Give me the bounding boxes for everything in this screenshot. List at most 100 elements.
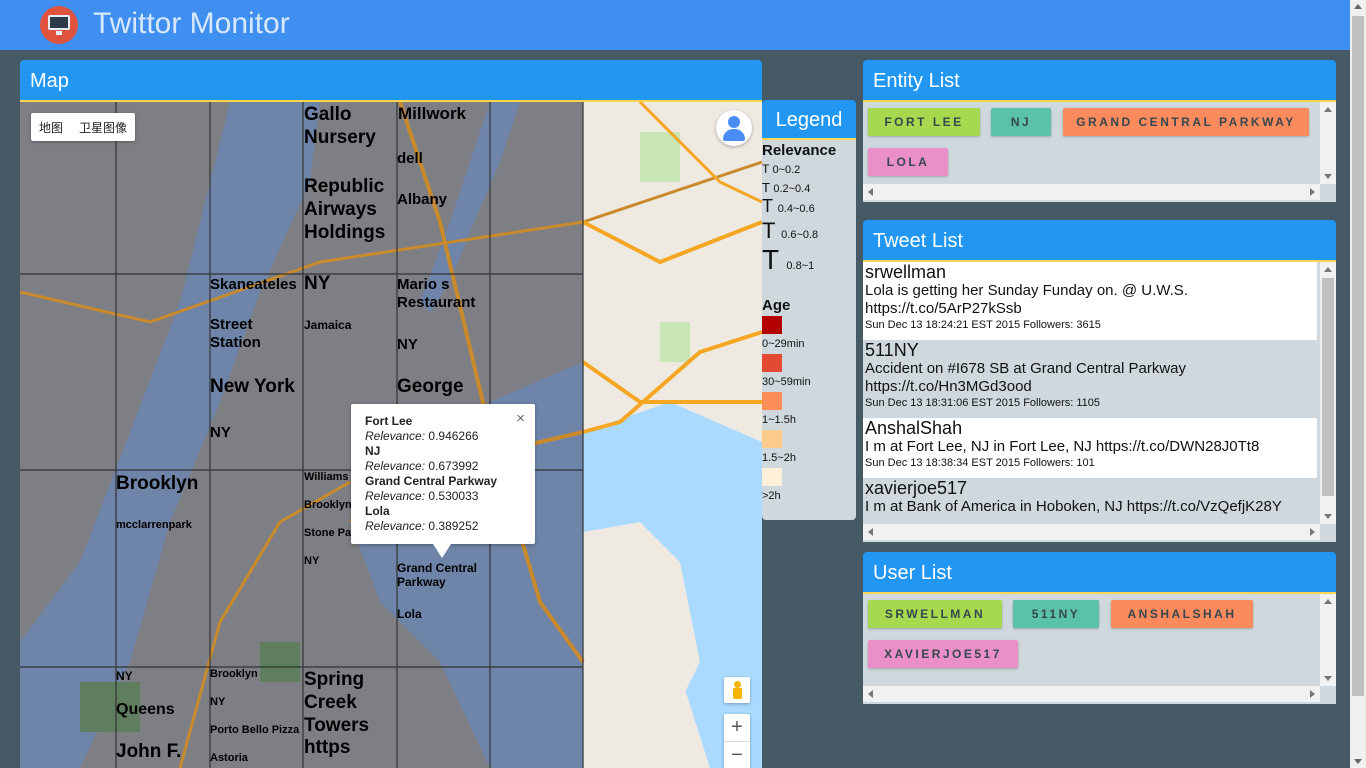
map-label[interactable]: Queens xyxy=(116,700,210,719)
map-label[interactable]: Albany xyxy=(397,191,487,209)
legend-relevance-title: Relevance xyxy=(762,142,837,159)
tweet-item[interactable]: AnshalShah I m at Fort Lee, NJ in Fort L… xyxy=(863,418,1317,478)
map-label[interactable]: NY xyxy=(397,336,487,354)
tweet-item[interactable]: srwellman Lola is getting her Sunday Fun… xyxy=(863,262,1317,340)
tweet-item[interactable]: 511NY Accident on #I678 SB at Grand Cent… xyxy=(863,340,1317,418)
map-label[interactable]: John F. xyxy=(116,741,210,764)
entity-chip[interactable]: NJ xyxy=(991,108,1051,136)
scroll-up-arrow-icon[interactable] xyxy=(1354,4,1362,9)
tweet-user: 511NY xyxy=(865,340,919,360)
legend-age-label: 1~1.5h xyxy=(762,414,796,426)
info-relevance: Relevance: 0.673992 xyxy=(365,459,535,474)
user-list-title: User List xyxy=(873,562,952,584)
legend-age-label: >2h xyxy=(762,490,781,502)
info-entity-name: Grand Central Parkway xyxy=(365,474,498,488)
tweet-user: AnshalShah xyxy=(865,418,963,438)
user-list-header: User List xyxy=(863,552,1336,594)
entity-list-horizontal-scrollbar[interactable] xyxy=(863,184,1320,200)
map-label[interactable]: dell xyxy=(397,150,487,168)
map-label[interactable]: Jamaica xyxy=(304,318,394,332)
map-label[interactable]: mcclarrenpark xyxy=(116,519,210,532)
info-relevance-label: Relevance: xyxy=(365,459,426,473)
scroll-up-arrow-icon xyxy=(1324,267,1332,272)
legend-relevance-item: T 0~0.2 xyxy=(762,162,801,176)
map-label[interactable]: Republic Airways Holdings xyxy=(304,176,396,244)
entity-list-title: Entity List xyxy=(873,70,960,92)
map-label[interactable]: Porto Bello Pizza xyxy=(210,724,303,737)
map-label[interactable]: Mario s Restaurant xyxy=(397,276,489,312)
scroll-right-arrow-icon xyxy=(1310,188,1315,196)
tweet-text: I m at Fort Lee, NJ in Fort Lee, NJ http… xyxy=(865,438,1260,455)
map-label[interactable]: Millwork xyxy=(398,104,488,124)
info-relevance-value: 0.946266 xyxy=(428,429,479,443)
map-type-satellite-button[interactable]: 卫星图像 xyxy=(71,119,135,136)
legend-relevance-item: T 0.4~0.6 xyxy=(762,196,815,216)
map-label[interactable]: Spring Creek Towers https xyxy=(304,669,394,760)
tweet-meta: Sun Dec 13 18:24:21 EST 2015 Followers: … xyxy=(865,319,1101,331)
map-canvas[interactable]: 地图 卫星图像 Gallo Nursery Millwork dell Repu… xyxy=(20,102,762,768)
user-list-horizontal-scrollbar[interactable] xyxy=(863,686,1320,702)
map-label[interactable]: NY xyxy=(116,669,206,683)
tweet-list-scrollbar-thumb xyxy=(1322,278,1334,496)
legend-age-swatch xyxy=(762,392,782,410)
map-label[interactable]: NY xyxy=(304,273,394,296)
page-scrollbar[interactable] xyxy=(1350,0,1366,768)
map-label[interactable]: New York xyxy=(210,376,302,399)
scroll-down-arrow-icon[interactable] xyxy=(1354,759,1362,764)
legend-relevance-item: T 0.2~0.4 xyxy=(762,180,811,195)
user-avatar-icon[interactable] xyxy=(716,110,752,146)
legend-age-swatch xyxy=(762,316,782,334)
info-relevance-label: Relevance: xyxy=(365,489,426,503)
user-chip[interactable]: 511NY xyxy=(1013,600,1099,628)
user-chip[interactable]: SRWELLMAN xyxy=(868,600,1002,628)
tweet-user: xavierjoe517 xyxy=(865,478,968,498)
user-list-vertical-scrollbar[interactable] xyxy=(1320,594,1336,686)
legend-relevance-item: T 0.8~1 xyxy=(762,244,815,275)
zoom-in-button[interactable]: + xyxy=(724,714,750,741)
tweet-list-vertical-scrollbar[interactable] xyxy=(1320,262,1336,524)
entity-list-panel: FORT LEE NJ GRAND CENTRAL PARKWAY LOLA xyxy=(863,102,1336,202)
entity-list-header: Entity List xyxy=(863,60,1336,102)
map-label[interactable]: Lola xyxy=(397,607,487,621)
legend-relevance-item: T 0.6~0.8 xyxy=(762,218,819,243)
info-entity-name: Fort Lee xyxy=(365,414,413,428)
map-label[interactable]: Brooklyn xyxy=(210,668,302,681)
entity-chip[interactable]: FORT LEE xyxy=(868,108,980,136)
map-panel-header: Map xyxy=(20,60,762,102)
tweet-list-horizontal-scrollbar[interactable] xyxy=(863,524,1320,540)
info-relevance: Relevance: 0.946266 xyxy=(365,429,535,444)
entity-list-vertical-scrollbar[interactable] xyxy=(1320,102,1336,184)
info-entity-name: Lola xyxy=(365,504,390,518)
map-label[interactable]: NY xyxy=(210,696,300,709)
map-label[interactable]: NY xyxy=(210,424,300,442)
legend-panel: Relevance T 0~0.2 T 0.2~0.4 T 0.4~0.6 T … xyxy=(762,140,856,520)
map-panel-title: Map xyxy=(30,70,69,92)
close-icon[interactable]: × xyxy=(516,410,525,427)
map-label[interactable]: NY xyxy=(304,555,394,568)
street-view-pegman-icon[interactable] xyxy=(724,677,750,703)
entity-chip[interactable]: LOLA xyxy=(868,148,948,176)
tweet-item[interactable]: xavierjoe517 I m at Bank of America in H… xyxy=(863,478,1317,526)
map-type-control[interactable]: 地图 卫星图像 xyxy=(31,113,136,141)
map-label[interactable]: Gallo Nursery xyxy=(304,104,394,150)
legend-age-swatch xyxy=(762,468,782,486)
map-type-map-button[interactable]: 地图 xyxy=(31,119,71,136)
legend-age-swatch xyxy=(762,354,782,372)
zoom-out-button[interactable]: − xyxy=(724,742,750,768)
map-label[interactable]: Grand Central Parkway xyxy=(397,561,487,590)
entity-chip[interactable]: GRAND CENTRAL PARKWAY xyxy=(1063,108,1309,136)
legend-age-swatch xyxy=(762,430,782,448)
map-label[interactable]: Astoria xyxy=(210,752,300,765)
map-label[interactable]: Brooklyn xyxy=(116,473,210,496)
zoom-control[interactable]: + − xyxy=(724,714,750,768)
tweet-list-title: Tweet List xyxy=(873,230,964,252)
scroll-down-arrow-icon xyxy=(1324,174,1332,179)
map-label[interactable]: Street Station xyxy=(210,316,300,352)
scroll-right-arrow-icon xyxy=(1310,528,1315,536)
info-relevance: Relevance: 0.530033 xyxy=(365,489,535,504)
user-chip[interactable]: XAVIERJOE517 xyxy=(868,640,1018,668)
map-label[interactable]: Skaneateles xyxy=(210,276,302,294)
user-chip[interactable]: ANSHALSHAH xyxy=(1111,600,1253,628)
page-scrollbar-thumb[interactable] xyxy=(1352,16,1364,696)
map-label[interactable]: George xyxy=(397,376,487,399)
